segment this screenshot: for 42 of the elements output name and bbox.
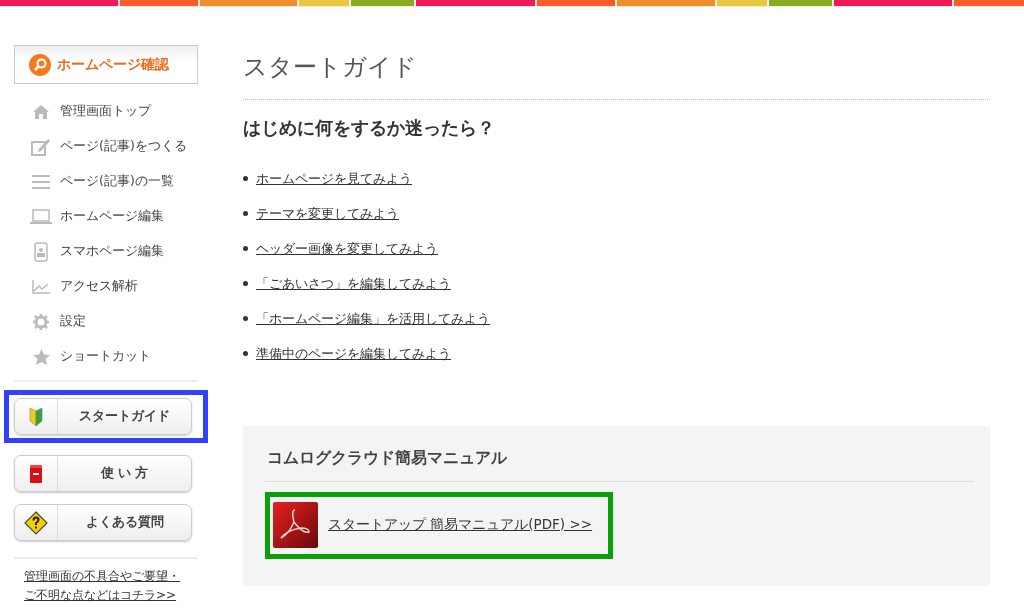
guide-link[interactable]: ヘッダー画像を変更してみよう	[256, 240, 438, 258]
bullet-icon	[243, 316, 248, 321]
sidebar-item[interactable]: アクセス解析	[60, 278, 138, 295]
sidebar-item[interactable]: ページ(記事)をつくる	[60, 138, 187, 155]
bullet-icon	[243, 176, 248, 181]
smartphone-icon	[34, 241, 48, 262]
book-icon	[29, 463, 43, 484]
beginner-mark-icon	[29, 407, 43, 426]
bullet-icon	[243, 246, 248, 251]
sidebar-button[interactable]: 使 い 方	[14, 455, 192, 492]
guide-link[interactable]: 「ホームページ編集」を活用してみよう	[256, 310, 490, 328]
bullet-icon	[243, 281, 248, 286]
feedback-link[interactable]: ご不明な点などはコチラ>>	[24, 586, 198, 605]
pdf-icon	[273, 502, 318, 548]
manual-pdf-link[interactable]: スタートアップ 簡易マニュアル(PDF) >>	[328, 516, 593, 534]
guide-link[interactable]: テーマを変更してみよう	[256, 205, 399, 223]
sidebar-item[interactable]: ショートカット	[60, 348, 151, 365]
sidebar-item[interactable]: ホームページ編集	[60, 208, 164, 225]
sidebar-item[interactable]: 設定	[60, 313, 86, 330]
guide-link[interactable]: ホームページを見てみよう	[256, 170, 412, 188]
sidebar-item[interactable]: スマホページ編集	[60, 243, 164, 260]
manual-heading: コムログクラウド簡易マニュアル	[265, 448, 974, 482]
pencil-icon	[31, 137, 51, 156]
section-heading: はじめに何をするか迷ったら？	[243, 116, 496, 140]
guide-link[interactable]: 「ごあいさつ」を編集してみよう	[256, 275, 451, 293]
question-sign-icon	[24, 510, 48, 535]
bullet-icon	[243, 351, 248, 356]
list-icon	[32, 174, 50, 189]
sidebar-button[interactable]: スタートガイド	[14, 398, 192, 435]
settings-icon	[33, 313, 49, 330]
page-title: スタートガイド	[243, 51, 990, 100]
search-icon	[29, 53, 51, 76]
laptop-icon	[30, 209, 52, 224]
sidebar-button[interactable]: よくある質問	[14, 504, 192, 541]
bullet-icon	[243, 211, 248, 216]
sidebar-item[interactable]: ページ(記事)の一覧	[60, 173, 174, 190]
star-icon	[32, 348, 50, 365]
feedback-link[interactable]: 管理画面の不具合やご要望・	[24, 567, 198, 586]
guide-link[interactable]: 準備中のページを編集してみよう	[256, 345, 451, 363]
line-chart-icon	[32, 279, 50, 294]
home-icon	[32, 103, 50, 120]
sidebar-item[interactable]: 管理画面トップ	[60, 103, 151, 120]
